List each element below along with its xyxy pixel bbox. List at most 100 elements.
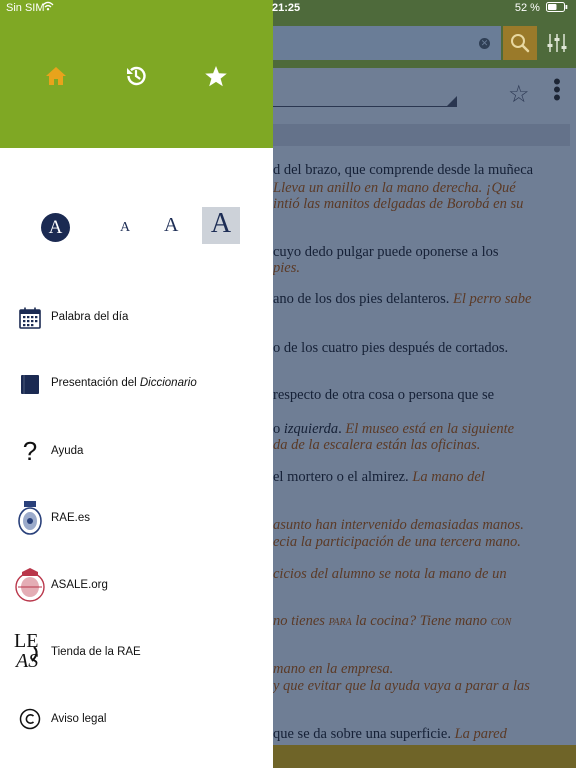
menu-label-help: Ayuda — [51, 445, 84, 457]
menu-item-presentation[interactable]: Presentación del Diccionario — [0, 355, 273, 413]
definition-text-run: cuyo dedo pulgar puede oponerse a los — [273, 244, 499, 260]
more-options-icon[interactable]: • • • — [552, 71, 562, 109]
definition-text-run: d del brazo, que comprende desde la muñe… — [273, 162, 534, 178]
font-size-indicator: A — [41, 213, 70, 242]
wifi-icon — [42, 1, 54, 14]
definition-line: Lleva un anillo en la mano derecha. ¡Qué — [273, 180, 516, 197]
definition-line: y que evitar que la ayuda vaya a parar a… — [273, 678, 530, 695]
copyright-icon — [14, 699, 46, 739]
side-drawer: A A A A Palabra del día Presentación del… — [0, 0, 273, 768]
book-icon — [14, 364, 46, 404]
definition-text-run: ecia la participación de una tercera man… — [273, 534, 521, 550]
definition-text-run: respecto de otra cosa o persona que se — [273, 387, 495, 403]
menu-label-store: Tienda de la RAE — [51, 646, 141, 658]
menu-item-word-of-day[interactable]: Palabra del día — [0, 289, 273, 347]
menu-label-presentation: Presentación del Diccionario — [51, 377, 197, 389]
definition-line: cicios del alumno se nota la mano de un — [273, 566, 507, 583]
definition-text-run: La pared — [454, 726, 507, 742]
definition-text-run: con — [490, 613, 512, 629]
entry-heading-strip — [273, 124, 570, 146]
status-bar: Sin SIM 21:25 52 % — [0, 0, 576, 16]
font-size-large-label: A — [210, 208, 232, 239]
menu-item-store[interactable]: LE AS Tienda de la RAE — [0, 624, 273, 682]
battery-indicator: 52 % — [515, 2, 568, 14]
drawer-header — [0, 0, 273, 148]
definition-line: no tienes para la cocina? Tiene mano con — [273, 613, 511, 630]
menu-label-asale: ASALE.org — [51, 579, 108, 591]
letras-logo-icon: LE AS — [14, 630, 46, 671]
entry-selector-dropdown[interactable] — [447, 96, 457, 106]
definition-text-run: La mano del — [412, 469, 485, 485]
menu-item-rae[interactable]: RAE.es — [0, 490, 273, 548]
definition-text-run: izquierda — [283, 421, 339, 437]
definition-text-run: ano de los dos pies delanteros. — [273, 291, 454, 307]
star-icon — [205, 65, 227, 86]
favorite-star-icon[interactable]: ☆ — [508, 80, 530, 109]
definition-text-run: no tienes — [273, 613, 329, 629]
font-size-large-button[interactable]: A — [202, 207, 240, 244]
home-button[interactable] — [34, 56, 78, 96]
definition-text-run: El perro sabe — [453, 291, 532, 307]
definition-text-run: pies. — [273, 260, 300, 276]
definition-line: intió las manitos delgadas de Borobá en … — [273, 196, 523, 213]
home-icon — [46, 67, 66, 85]
menu-item-help[interactable]: ? Ayuda — [0, 423, 273, 481]
menu-label-presentation-em: Diccionario — [139, 377, 197, 389]
menu-label-presentation-prefix: Presentación del — [51, 377, 140, 389]
menu-item-asale[interactable]: ASALE.org — [0, 557, 273, 615]
definition-text-run: o de los cuatro pies después de cortados… — [273, 340, 509, 356]
font-size-medium-button[interactable]: A — [164, 214, 178, 237]
definition-text-run: El museo está en la siguiente — [345, 421, 515, 437]
definition-text-run: mano en la empresa. — [273, 661, 394, 677]
filter-settings-icon[interactable] — [545, 30, 569, 56]
font-sample-glyph: A — [48, 217, 63, 238]
definition-text-run: Lleva un anillo en la mano derecha. ¡Qué — [273, 180, 516, 196]
battery-icon — [546, 2, 568, 12]
history-icon — [127, 66, 146, 86]
history-button[interactable] — [114, 56, 158, 96]
rae-seal-icon — [14, 498, 46, 538]
battery-percent: 52 % — [514, 2, 540, 14]
definition-line: ano de los dos pies delanteros. El perro… — [273, 291, 531, 308]
definition-line: ecia la participación de una tercera man… — [273, 534, 521, 551]
definition-line: d del brazo, que comprende desde la muñe… — [273, 162, 533, 179]
menu-label-word-of-day: Palabra del día — [51, 311, 129, 323]
asale-seal-icon — [14, 565, 46, 605]
calendar-icon — [14, 298, 46, 338]
menu-label-legal: Aviso legal — [51, 713, 107, 725]
definition-line: da de la escalera están las oficinas. — [273, 437, 480, 454]
definition-line: el mortero o el almirez. La mano del — [273, 469, 485, 486]
search-input[interactable] — [273, 26, 501, 60]
menu-item-legal[interactable]: Aviso legal — [0, 691, 273, 749]
svg-text:AS: AS — [14, 650, 38, 671]
definition-text-run: para — [328, 613, 352, 629]
clear-search-icon[interactable]: ✕ — [479, 38, 490, 49]
definition-line: respecto de otra cosa o persona que se — [273, 387, 494, 404]
definition-text-run: intió las manitos delgadas de Borobá en … — [273, 196, 524, 212]
definition-line: asunto han intervenido demasiadas manos. — [273, 517, 524, 534]
definition-text-run: cicios del alumno se nota la mano de un — [273, 566, 507, 582]
definition-line: cuyo dedo pulgar puede oponerse a los — [273, 244, 499, 261]
definition-text-run: que se da sobre una superficie. — [273, 726, 455, 742]
definition-text-run: el mortero o el almirez. — [273, 469, 413, 485]
definition-line: mano en la empresa. — [273, 661, 393, 678]
definition-line: o de los cuatro pies después de cortados… — [273, 340, 508, 357]
font-size-small-button[interactable]: A — [120, 220, 130, 236]
definition-line: pies. — [273, 260, 300, 277]
favorites-button[interactable] — [194, 56, 238, 96]
question-icon: ? — [22, 435, 38, 466]
definition-text-run: y que evitar que la ayuda vaya a parar a… — [273, 678, 530, 694]
search-button[interactable] — [503, 26, 537, 60]
definition-line: que se da sobre una superficie. La pared — [273, 726, 507, 743]
definition-text-run: da de la escalera están las oficinas. — [273, 437, 481, 453]
definition-text-run: o — [273, 421, 284, 437]
clock: 21:25 — [272, 2, 301, 14]
definition-text-run: la cocina? Tiene mano — [351, 613, 491, 629]
menu-label-rae: RAE.es — [51, 512, 90, 524]
bottom-bar — [273, 745, 576, 768]
search-icon — [511, 34, 530, 53]
entry-selector-underline — [273, 106, 457, 107]
definition-text-run: asunto han intervenido demasiadas manos. — [273, 517, 524, 533]
definition-line: o izquierda. El museo está en la siguien… — [273, 421, 514, 438]
carrier-label: Sin SIM — [6, 2, 45, 14]
